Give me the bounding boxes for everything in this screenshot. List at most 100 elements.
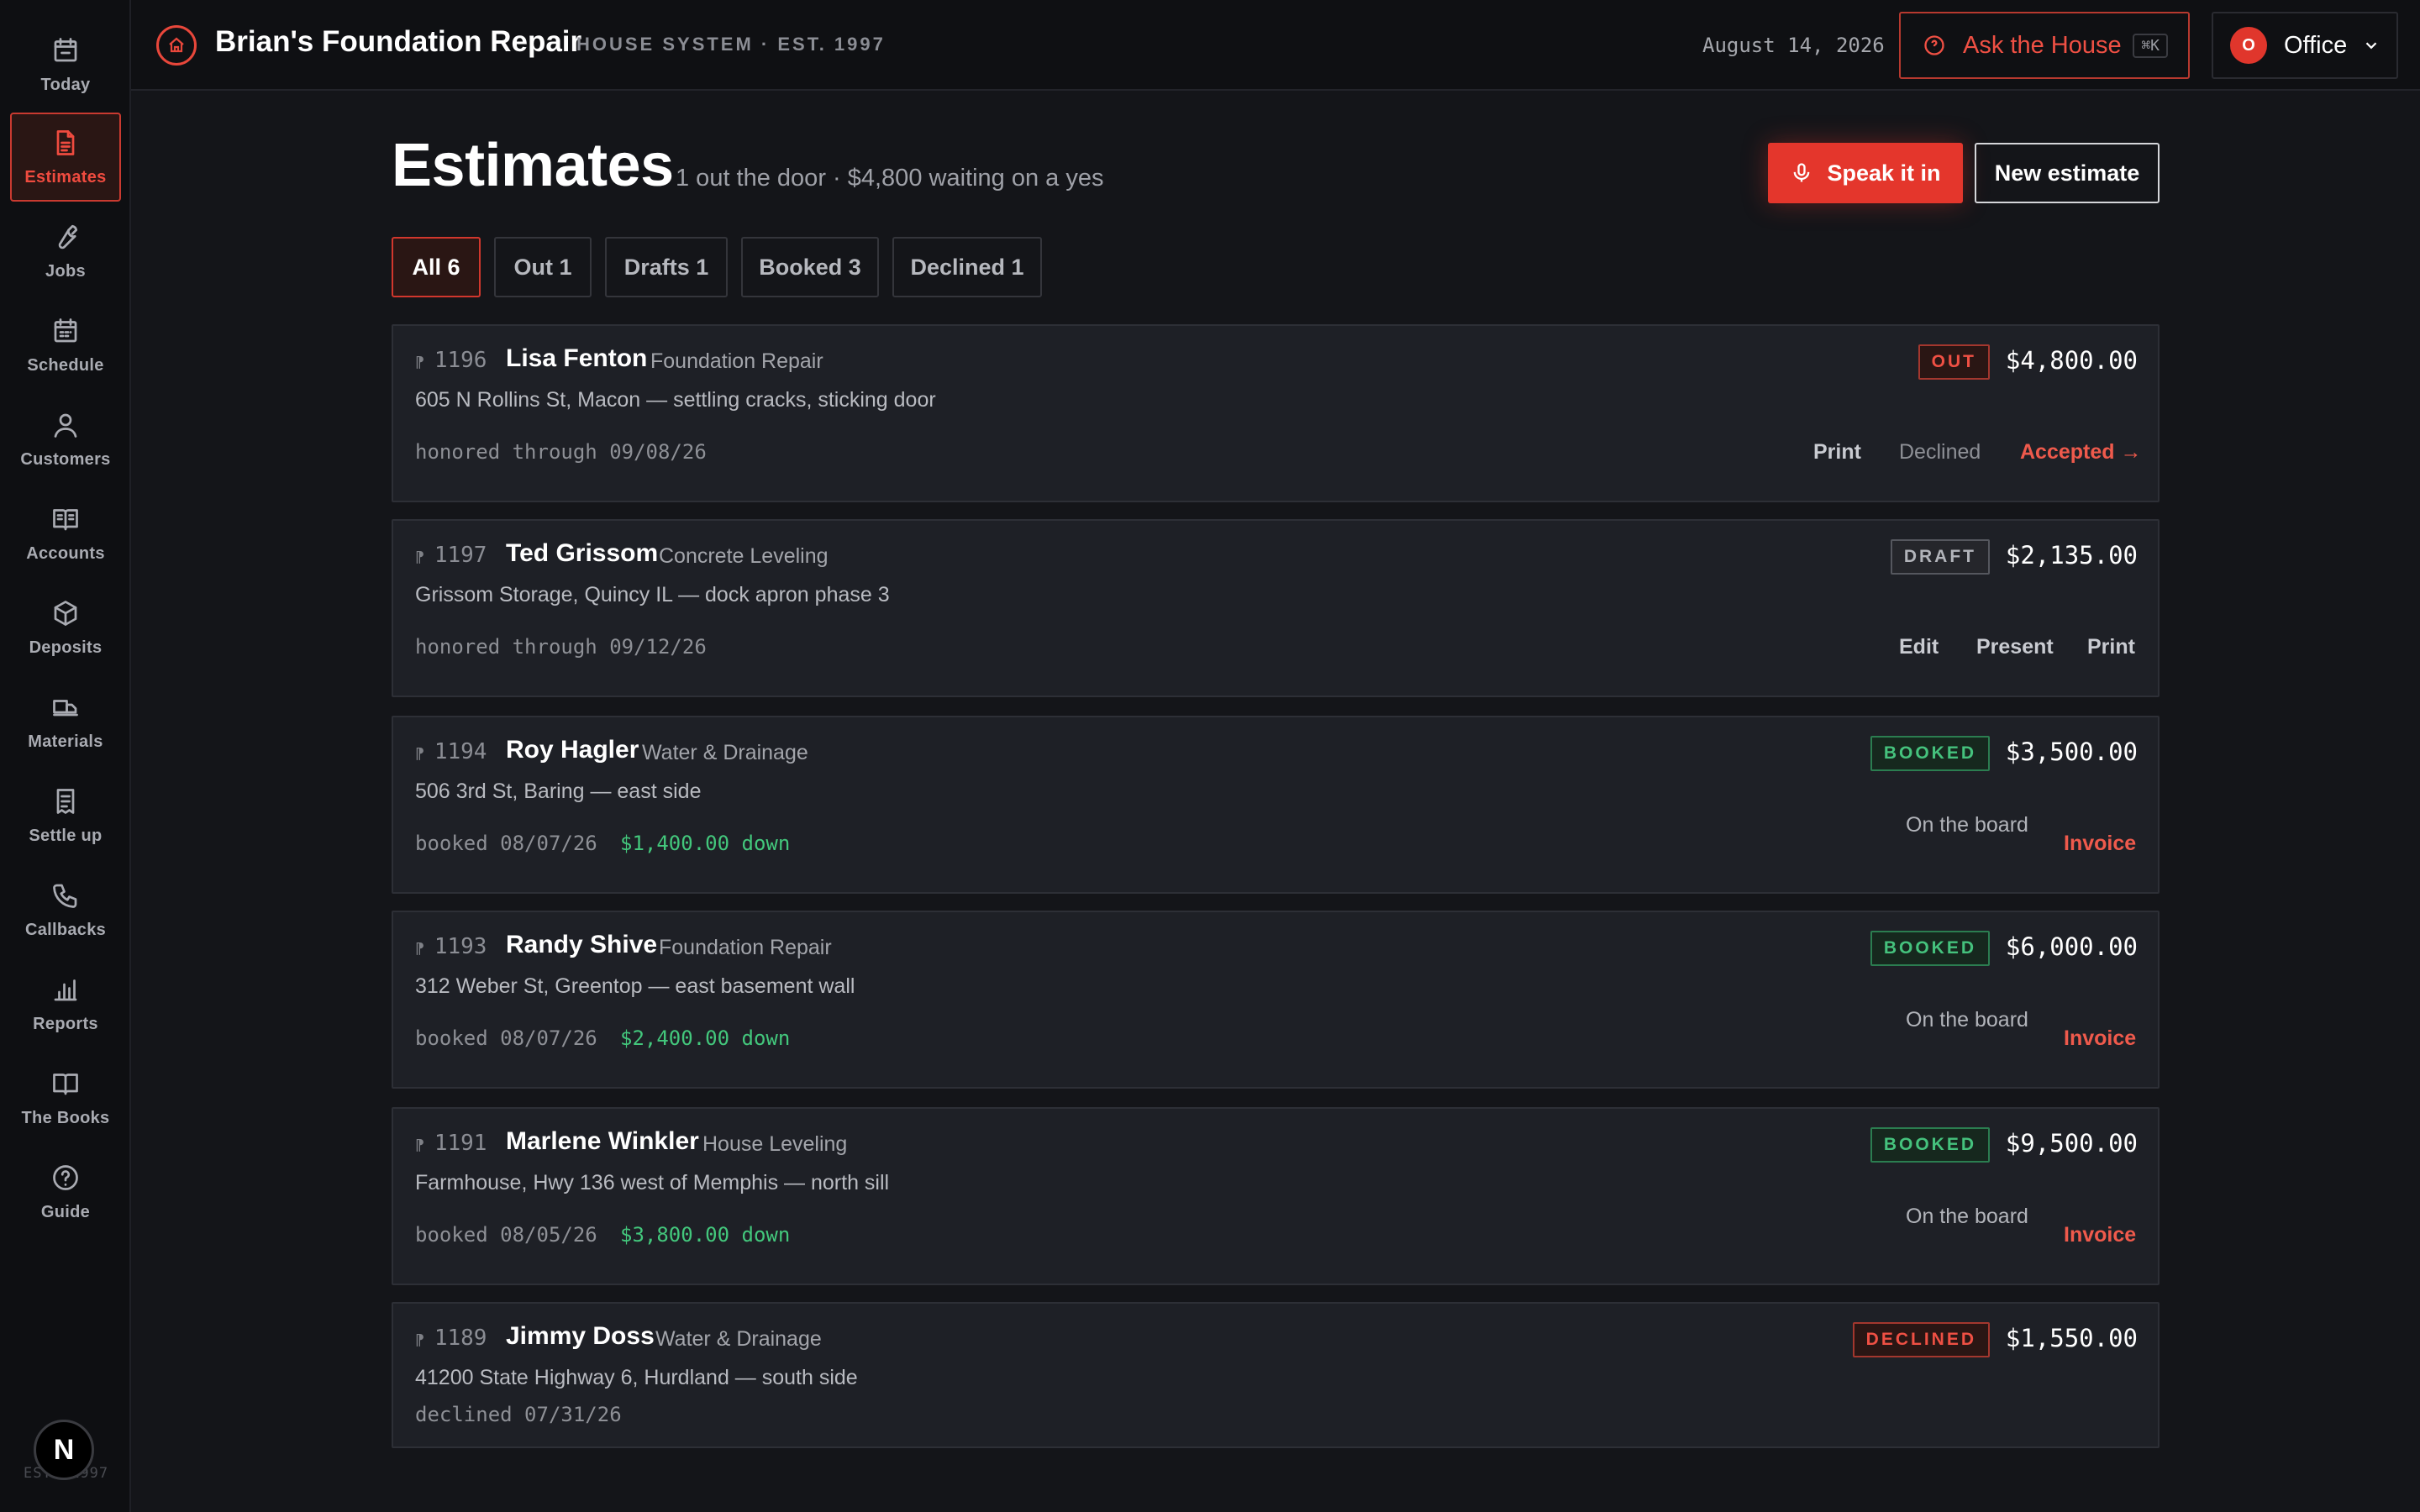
tab-booked[interactable]: Booked 3 bbox=[741, 237, 879, 297]
wrench-icon bbox=[58, 224, 78, 249]
sidebar-item-label: Materials bbox=[28, 732, 103, 751]
job-address: 41200 State Highway 6, Hurdland — south … bbox=[415, 1366, 858, 1389]
job-type: Water & Drainage bbox=[655, 1327, 822, 1351]
sidebar-item-label: Jobs bbox=[45, 261, 86, 281]
tab-declined[interactable]: Declined 1 bbox=[892, 237, 1042, 297]
mark-accepted-button[interactable]: Accepted → bbox=[2020, 440, 2141, 465]
house-logo-icon bbox=[156, 25, 197, 66]
job-address: 506 3rd St, Baring — east side bbox=[415, 780, 702, 803]
estimate-card[interactable]: ⁋ 1196 Lisa Fenton Foundation Repair 605 … bbox=[392, 324, 2160, 502]
invoice-button[interactable]: Invoice bbox=[2064, 1026, 2136, 1051]
sidebar-item-callbacks[interactable]: Callbacks bbox=[10, 865, 121, 954]
estimate-amount: $1,550.00 bbox=[2005, 1324, 2138, 1352]
invoice-button[interactable]: Invoice bbox=[2064, 1223, 2136, 1247]
job-type: Concrete Leveling bbox=[659, 544, 829, 568]
speak-it-in-button[interactable]: Speak it in bbox=[1768, 143, 1963, 203]
mark-declined-button[interactable]: Declined bbox=[1899, 440, 1981, 465]
sidebar: Today Estimates Jobs Schedule Customers … bbox=[0, 0, 131, 1512]
sidebar-item-estimates[interactable]: Estimates bbox=[10, 113, 121, 202]
page-subtitle: 1 out the door · $4,800 waiting on a yes bbox=[676, 165, 1104, 192]
sidebar-item-label: Customers bbox=[20, 449, 111, 469]
status-badge: BOOKED bbox=[1870, 736, 1990, 771]
sidebar-item-label: Settle up bbox=[29, 826, 103, 845]
book-open-icon bbox=[53, 508, 78, 530]
deposit-down: $1,400.00 down bbox=[620, 832, 791, 855]
hash-icon: ⁋ bbox=[415, 354, 424, 371]
job-type: House Leveling bbox=[702, 1132, 848, 1156]
status-badge: BOOKED bbox=[1870, 1127, 1990, 1163]
estimate-number: ⁋ 1194 bbox=[415, 739, 487, 764]
office-avatar: O bbox=[2230, 27, 2267, 64]
sidebar-item-label: Guide bbox=[40, 1202, 91, 1221]
avatar[interactable]: N bbox=[34, 1420, 94, 1480]
job-address: 605 N Rollins St, Macon — settling crack… bbox=[415, 388, 936, 412]
estimate-card[interactable]: ⁋ 1189 Jimmy Doss Water & Drainage 41200 … bbox=[392, 1302, 2160, 1448]
sidebar-item-schedule[interactable]: Schedule bbox=[10, 301, 121, 390]
estimate-card[interactable]: ⁋ 1191 Marlene Winkler House Leveling Far… bbox=[392, 1107, 2160, 1285]
estimate-meta: declined 07/31/26 bbox=[415, 1403, 622, 1426]
present-button[interactable]: Present bbox=[1976, 635, 2054, 659]
sidebar-item-settle-up[interactable]: Settle up bbox=[10, 771, 121, 860]
hash-icon: ⁋ bbox=[415, 745, 424, 763]
estimate-meta: booked 08/05/26 bbox=[415, 1223, 597, 1247]
job-type: Foundation Repair bbox=[659, 936, 832, 959]
tab-drafts[interactable]: Drafts 1 bbox=[605, 237, 728, 297]
sidebar-item-deposits[interactable]: Deposits bbox=[10, 583, 121, 672]
brand-tagline: HOUSE SYSTEM · EST. 1997 bbox=[576, 34, 886, 55]
estimate-number: ⁋ 1197 bbox=[415, 543, 487, 568]
sidebar-item-customers[interactable]: Customers bbox=[10, 395, 121, 484]
estimate-card[interactable]: ⁋ 1197 Ted Grissom Concrete Leveling Gris… bbox=[392, 519, 2160, 697]
chat-help-icon bbox=[1924, 35, 1944, 55]
on-the-board-status: On the board bbox=[1906, 1008, 2028, 1032]
status-badge: DRAFT bbox=[1890, 539, 1990, 575]
sidebar-item-jobs[interactable]: Jobs bbox=[10, 207, 121, 296]
hash-icon: ⁋ bbox=[415, 1331, 424, 1349]
sidebar-item-the-books[interactable]: The Books bbox=[10, 1053, 121, 1142]
hash-icon: ⁋ bbox=[415, 549, 424, 566]
sidebar-item-guide[interactable]: Guide bbox=[10, 1147, 121, 1236]
job-address: Grissom Storage, Quincy IL — dock apron … bbox=[415, 583, 890, 606]
invoice-button[interactable]: Invoice bbox=[2064, 832, 2136, 856]
estimate-meta: booked 08/07/26 bbox=[415, 832, 597, 855]
sidebar-item-today[interactable]: Today bbox=[10, 20, 121, 109]
estimate-number: ⁋ 1196 bbox=[415, 348, 487, 373]
hash-icon: ⁋ bbox=[415, 940, 424, 958]
estimate-card[interactable]: ⁋ 1193 Randy Shive Foundation Repair 312 … bbox=[392, 911, 2160, 1089]
new-estimate-button[interactable]: New estimate bbox=[1975, 143, 2160, 203]
job-address: 312 Weber St, Greentop — east basement w… bbox=[415, 974, 855, 998]
office-switcher[interactable]: O Office bbox=[2212, 12, 2398, 79]
job-type: Foundation Repair bbox=[650, 349, 823, 373]
ask-the-house-button[interactable]: Ask the House ⌘K bbox=[1899, 12, 2190, 79]
customer-name: Ted Grissom bbox=[506, 539, 659, 567]
page-title: Estimates bbox=[392, 132, 674, 199]
print-button[interactable]: Print bbox=[2087, 635, 2135, 659]
document-icon bbox=[56, 129, 75, 155]
sidebar-item-reports[interactable]: Reports bbox=[10, 959, 121, 1048]
estimate-meta: honored through 09/08/26 bbox=[415, 440, 707, 464]
sidebar-item-label: Deposits bbox=[29, 638, 103, 657]
status-badge: OUT bbox=[1918, 344, 1990, 380]
deposit-down: $2,400.00 down bbox=[620, 1026, 791, 1050]
sidebar-item-accounts[interactable]: Accounts bbox=[10, 489, 121, 578]
deposit-down: $3,800.00 down bbox=[620, 1223, 791, 1247]
sidebar-item-materials[interactable]: Materials bbox=[10, 677, 121, 766]
sidebar-item-label: The Books bbox=[21, 1108, 110, 1127]
sidebar-item-label: Schedule bbox=[27, 355, 104, 375]
person-icon bbox=[54, 413, 77, 438]
edit-button[interactable]: Edit bbox=[1899, 635, 1939, 659]
estimate-amount: $9,500.00 bbox=[2005, 1129, 2138, 1158]
tab-out[interactable]: Out 1 bbox=[494, 237, 592, 297]
book-icon bbox=[53, 1073, 78, 1095]
keyboard-shortcut: ⌘K bbox=[2133, 33, 2168, 58]
tab-all[interactable]: All 6 bbox=[392, 237, 481, 297]
top-bar: Brian's Foundation Repair HOUSE SYSTEM ·… bbox=[131, 0, 2420, 91]
speak-it-in-label: Speak it in bbox=[1827, 160, 1941, 186]
customer-name: Marlene Winkler bbox=[506, 1127, 699, 1155]
job-address: Farmhouse, Hwy 136 west of Memphis — nor… bbox=[415, 1171, 890, 1194]
current-date: August 14, 2026 bbox=[1702, 34, 1885, 57]
sidebar-item-label: Today bbox=[40, 75, 91, 94]
customer-name: Randy Shive bbox=[506, 931, 658, 958]
print-button[interactable]: Print bbox=[1813, 440, 1861, 465]
estimate-card[interactable]: ⁋ 1194 Roy Hagler Water & Drainage 506 3r… bbox=[392, 716, 2160, 894]
brand-name: Brian's Foundation Repair bbox=[215, 25, 582, 58]
